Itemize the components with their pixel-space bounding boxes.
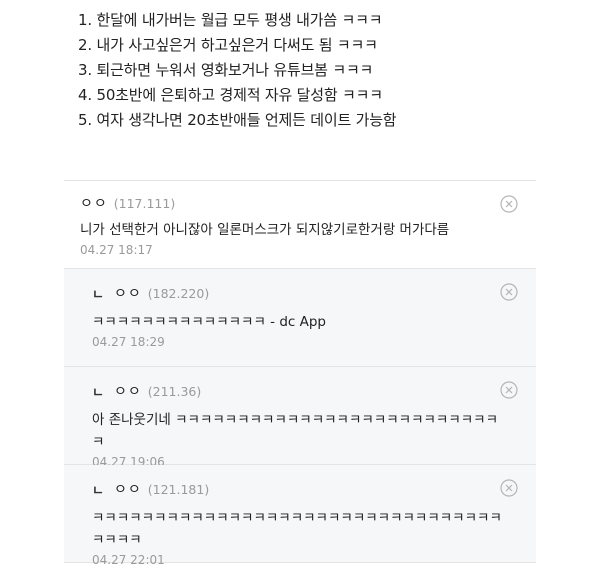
reply-timestamp: 04.27 18:29 [92, 335, 165, 349]
comment-meta: ㅇㅇ (117.111) [80, 193, 536, 213]
list-item: 3. 퇴근하면 누워서 영화보거나 유튜브봄 ㅋㅋㅋ [78, 61, 374, 79]
comment: ㅇㅇ (117.111) 니가 선택한거 아니잖아 일론머스크가 되지않기로한거… [64, 181, 536, 269]
reply-ip: (211.36) [147, 383, 202, 399]
comment-section: ㅇㅇ (117.111) 니가 선택한거 아니잖아 일론머스크가 되지않기로한거… [64, 180, 536, 567]
reply-nickname[interactable]: ㅇㅇ [114, 283, 142, 303]
list-item: 1. 한달에 내가버는 월급 모두 평생 내가씀 ㅋㅋㅋ [78, 11, 383, 29]
delete-reply-icon[interactable] [500, 479, 518, 497]
reply-timestamp: 04.27 22:01 [92, 553, 165, 567]
reply-arrow-icon: ㄴ [92, 483, 104, 499]
reply-nickname[interactable]: ㅇㅇ [114, 479, 142, 499]
comment-nickname[interactable]: ㅇㅇ [80, 193, 108, 213]
list-item: 4. 50초반에 은퇴하고 경제적 자유 달성함 ㅋㅋㅋ [78, 86, 383, 104]
reply-meta: ㄴ ㅇㅇ (121.181) [92, 479, 536, 499]
comment-text: 니가 선택한거 아니잖아 일론머스크가 되지않기로한거랑 머가다름 [80, 222, 450, 238]
reply-meta: ㄴ ㅇㅇ (182.220) [92, 283, 536, 303]
delete-reply-icon[interactable] [500, 283, 518, 301]
list-item: 2. 내가 사고싶은거 하고싶은거 다써도 됨 ㅋㅋㅋ [78, 36, 378, 54]
comment-ip: (117.111) [113, 195, 176, 211]
reply-text: ㅋㅋㅋㅋㅋㅋㅋㅋㅋㅋㅋㅋㅋㅋㅋㅋㅋㅋㅋㅋㅋㅋㅋㅋㅋㅋㅋㅋㅋㅋㅋㅋㅋㅋㅋㅋㅋ [92, 510, 502, 548]
reply-ip: (182.220) [147, 285, 210, 301]
reply-comment: ㄴ ㅇㅇ (211.36) 아 존나웃기네 ㅋㅋㅋㅋㅋㅋㅋㅋㅋㅋㅋㅋㅋㅋㅋㅋㅋㅋ… [64, 367, 536, 469]
reply-arrow-icon: ㄴ [92, 287, 104, 303]
reply-meta: ㄴ ㅇㅇ (211.36) [92, 381, 536, 401]
reply-comment: ㄴ ㅇㅇ (121.181) ㅋㅋㅋㅋㅋㅋㅋㅋㅋㅋㅋㅋㅋㅋㅋㅋㅋㅋㅋㅋㅋㅋㅋㅋㅋ… [64, 465, 536, 567]
delete-comment-icon[interactable] [500, 195, 518, 213]
reply-arrow-icon: ㄴ [92, 385, 104, 401]
delete-reply-icon[interactable] [500, 381, 518, 399]
reply-text: ㅋㅋㅋㅋㅋㅋㅋㅋㅋㅋㅋㅋㅋㅋ - dc App [92, 314, 326, 330]
reply-text: 아 존나웃기네 ㅋㅋㅋㅋㅋㅋㅋㅋㅋㅋㅋㅋㅋㅋㅋㅋㅋㅋㅋㅋㅋㅋㅋㅋㅋㅋㅋ [92, 412, 499, 450]
post-body-list: 1. 한달에 내가버는 월급 모두 평생 내가씀 ㅋㅋㅋ 2. 내가 사고싶은거… [78, 8, 397, 133]
reply-nickname[interactable]: ㅇㅇ [114, 381, 142, 401]
list-item: 5. 여자 생각나면 20초반애들 언제든 데이트 가능함 [78, 111, 397, 129]
reply-comment: ㄴ ㅇㅇ (182.220) ㅋㅋㅋㅋㅋㅋㅋㅋㅋㅋㅋㅋㅋㅋ - dc App 0… [64, 269, 536, 367]
comment-timestamp: 04.27 18:17 [80, 243, 153, 257]
reply-ip: (121.181) [147, 481, 210, 497]
